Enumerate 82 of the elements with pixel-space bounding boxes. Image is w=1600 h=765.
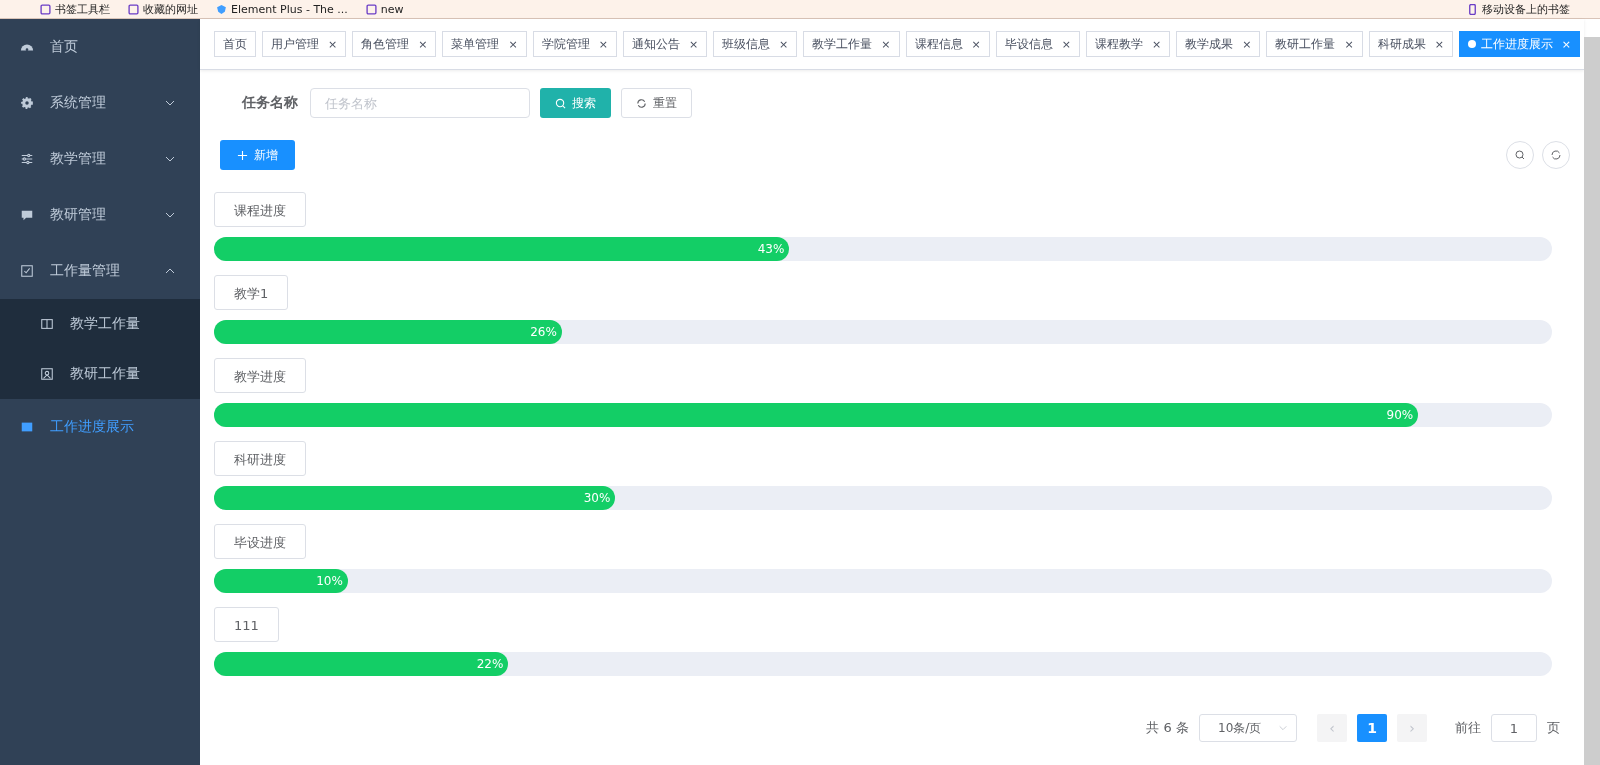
close-icon[interactable]: × xyxy=(688,37,699,51)
submenu-item[interactable]: 教学工作量 xyxy=(0,299,200,349)
bookmark-item[interactable]: Element Plus - The ... xyxy=(216,2,348,16)
refresh-button[interactable] xyxy=(1542,141,1570,169)
close-icon[interactable]: × xyxy=(971,37,981,51)
menu-item[interactable]: 教研管理 xyxy=(0,187,200,243)
page-number-field[interactable]: 1 xyxy=(1491,714,1537,742)
total-count: 共 6 条 xyxy=(1146,719,1189,737)
page-suffix: 页 xyxy=(1547,719,1560,737)
tab[interactable]: 科研成果 × xyxy=(1368,31,1453,57)
gear-icon xyxy=(20,96,34,110)
progress-reading: 26% xyxy=(530,325,557,339)
tab[interactable]: 通知公告 × xyxy=(622,31,708,57)
progress-reading: 30% xyxy=(583,491,611,505)
chevron-icon xyxy=(1278,723,1288,733)
search-icon xyxy=(555,97,566,109)
task-label: 课程进度 xyxy=(214,192,306,227)
task-label: 教学1 xyxy=(214,275,289,310)
menu-item[interactable]: 首页 xyxy=(0,19,200,75)
close-icon[interactable]: × xyxy=(881,37,891,51)
status-dot xyxy=(1467,40,1476,48)
bookmark-item[interactable]: new xyxy=(365,2,404,16)
refresh-icon xyxy=(1550,149,1562,161)
close-icon[interactable]: × xyxy=(508,37,518,51)
goto-label: 前往 xyxy=(1455,719,1481,737)
close-icon[interactable]: × xyxy=(1344,37,1354,51)
task-label: 教学进度 xyxy=(214,358,306,393)
menu-item[interactable]: 系统管理 xyxy=(0,75,200,131)
progress-reading: 10% xyxy=(316,574,343,588)
scrollbar[interactable] xyxy=(1584,37,1600,765)
close-icon[interactable]: × xyxy=(328,37,338,51)
tab[interactable]: 教学工作量 × xyxy=(803,31,900,57)
menu-item[interactable]: 工作量管理 xyxy=(0,243,200,299)
search-toggle-button[interactable] xyxy=(1506,141,1534,169)
close-icon[interactable]: × xyxy=(1434,37,1444,51)
tab[interactable]: 角色管理 × xyxy=(352,31,437,57)
tab[interactable]: 首页 xyxy=(214,31,256,57)
page-size-select[interactable]: 10条/页 xyxy=(1199,714,1297,742)
progress-reading: 22% xyxy=(476,657,504,671)
menu-item[interactable]: 工作进度展示 xyxy=(0,399,200,455)
tab[interactable]: 班级信息 × xyxy=(713,31,798,57)
search-icon xyxy=(1514,149,1526,161)
checkbox-icon xyxy=(20,264,34,278)
progress-reading: 43% xyxy=(757,242,785,256)
portrait-icon xyxy=(40,367,54,381)
close-icon[interactable]: × xyxy=(779,37,789,51)
bookmark-icon xyxy=(128,3,139,15)
plus-icon xyxy=(237,149,248,161)
tab[interactable]: 菜单管理 × xyxy=(442,31,527,57)
tab[interactable]: 毕设信息 × xyxy=(995,31,1080,57)
columns-icon xyxy=(40,317,54,331)
task-label: 科研进度 xyxy=(214,441,306,476)
tab[interactable]: 教研工作量 × xyxy=(1266,31,1363,57)
close-icon[interactable]: × xyxy=(1151,37,1162,51)
phone-icon xyxy=(1467,3,1478,15)
close-icon[interactable]: × xyxy=(1061,37,1071,51)
close-icon[interactable]: × xyxy=(598,37,608,51)
shield-icon xyxy=(216,3,227,15)
tab[interactable]: 学院管理 × xyxy=(532,31,617,57)
task-label: 毕设进度 xyxy=(214,524,306,559)
sliders-icon xyxy=(20,152,34,166)
close-icon[interactable]: × xyxy=(418,37,428,51)
close-icon[interactable]: × xyxy=(1242,37,1252,51)
submenu-item[interactable]: 教研工作量 xyxy=(0,349,200,399)
task-name-field[interactable]: 任务名称 xyxy=(310,88,530,118)
bookmark-icon xyxy=(40,3,51,15)
chat-icon xyxy=(20,208,34,222)
bookmark-icon xyxy=(365,3,377,15)
progress-reading: 90% xyxy=(1386,408,1414,422)
field-label: 任务名称 xyxy=(242,94,298,112)
refresh-icon xyxy=(636,97,647,109)
tab[interactable]: 教学成果 × xyxy=(1176,31,1261,57)
picture-icon xyxy=(20,420,34,434)
tab[interactable]: 课程信息 × xyxy=(905,31,990,57)
bookmark-item[interactable]: 书签工具栏 xyxy=(40,1,110,17)
bookmark-item[interactable]: 收藏的网址 xyxy=(128,1,198,17)
bookmark-item[interactable]: 移动设备上的书签 xyxy=(1467,1,1570,17)
task-label: 111 xyxy=(214,607,279,642)
tab[interactable]: 课程教学 × xyxy=(1085,31,1171,57)
tab[interactable]: 用户管理 × xyxy=(262,31,347,57)
reset-button[interactable]: 重置 xyxy=(621,88,692,118)
menu-item[interactable]: 教学管理 xyxy=(0,131,200,187)
